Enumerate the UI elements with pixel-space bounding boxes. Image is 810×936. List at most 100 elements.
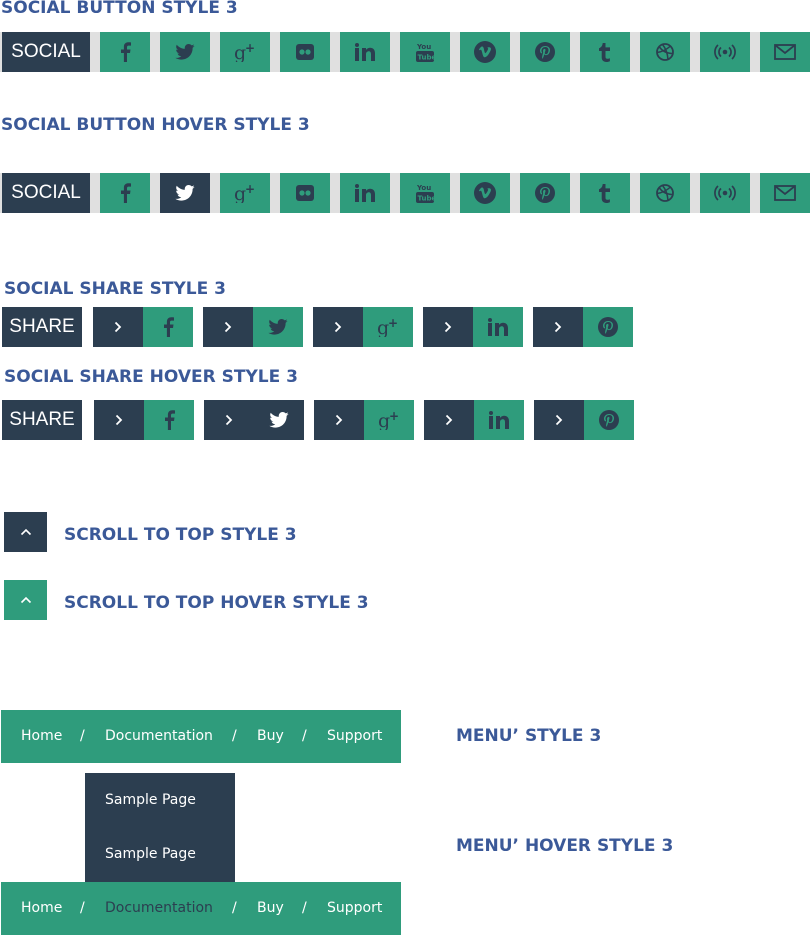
- submenu-dropdown: Sample Page Sample Page: [85, 773, 235, 882]
- share-google-plus-button[interactable]: g +: [314, 400, 414, 440]
- pinterest-icon: [599, 410, 619, 430]
- vimeo-icon: [474, 182, 496, 204]
- menu-separator: /: [80, 900, 85, 916]
- social-youtube-button[interactable]: You Tube: [400, 32, 450, 72]
- social-dribbble-button[interactable]: [640, 173, 690, 213]
- share-facebook-button[interactable]: [93, 307, 193, 347]
- heading-social-button: SOCIAL BUTTON STYLE 3: [1, 0, 238, 18]
- vimeo-icon: [474, 41, 496, 63]
- google-plus-icon: g+: [378, 410, 399, 430]
- youtube-icon: You Tube: [416, 184, 435, 203]
- social-pinterest-button[interactable]: [520, 173, 570, 213]
- submenu-item-sample-page[interactable]: Sample Page: [105, 792, 196, 808]
- chevron-right-icon: [335, 414, 343, 426]
- chevron-right-icon: [554, 321, 562, 333]
- flickr-icon: [296, 185, 314, 201]
- social-dribbble-button[interactable]: [640, 32, 690, 72]
- twitter-icon: [175, 185, 195, 201]
- svg-text:Tube: Tube: [418, 54, 435, 62]
- menu-separator: /: [302, 728, 307, 744]
- google-plus-icon: g+: [377, 317, 398, 337]
- share-twitter-button[interactable]: [203, 307, 303, 347]
- share-pinterest-button[interactable]: [533, 307, 633, 347]
- svg-text:Tube: Tube: [418, 195, 435, 203]
- menu-item-home[interactable]: Home: [21, 882, 62, 935]
- twitter-icon: [268, 319, 288, 335]
- share-linkedin-button[interactable]: [423, 307, 523, 347]
- podcast-icon: [714, 185, 736, 201]
- share-twitter-button-hovered[interactable]: [204, 400, 304, 440]
- share-facebook-button[interactable]: [94, 400, 194, 440]
- dribbble-icon: [656, 43, 674, 61]
- social-google-plus-button[interactable]: g +: [220, 32, 270, 72]
- menu-separator: /: [232, 728, 237, 744]
- social-tumblr-button[interactable]: [580, 173, 630, 213]
- share-arrow: [423, 307, 473, 347]
- share-arrow: [534, 400, 584, 440]
- social-facebook-button[interactable]: [100, 173, 150, 213]
- svg-text:+: +: [388, 317, 398, 330]
- social-label: SOCIAL: [2, 173, 90, 213]
- menu-item-support[interactable]: Support: [327, 882, 382, 935]
- social-vimeo-button[interactable]: [460, 173, 510, 213]
- social-facebook-button[interactable]: [100, 32, 150, 72]
- social-linkedin-button[interactable]: [340, 32, 390, 72]
- menu-item-documentation-hovered[interactable]: Documentation: [105, 882, 213, 935]
- social-bar-hover: SOCIAL g + You Tube: [0, 173, 810, 213]
- menu-bar: Home / Documentation / Buy / Support: [1, 710, 401, 763]
- social-flickr-button[interactable]: [280, 32, 330, 72]
- social-google-plus-button[interactable]: g +: [220, 173, 270, 213]
- scroll-to-top-button[interactable]: [4, 512, 47, 552]
- heading-scroll-top-hover: SCROLL TO TOP HOVER STYLE 3: [64, 593, 369, 613]
- heading-scroll-top: SCROLL TO TOP STYLE 3: [64, 525, 297, 545]
- social-linkedin-button[interactable]: [340, 173, 390, 213]
- linkedin-icon: [355, 184, 375, 202]
- podcast-icon: [714, 44, 736, 60]
- share-arrow: [204, 400, 254, 440]
- social-pinterest-button[interactable]: [520, 32, 570, 72]
- social-twitter-button-hovered[interactable]: [160, 173, 210, 213]
- menu-item-documentation[interactable]: Documentation: [105, 710, 213, 763]
- svg-text:+: +: [389, 410, 399, 423]
- social-youtube-button[interactable]: You Tube: [400, 173, 450, 213]
- svg-text:You: You: [416, 184, 431, 192]
- share-linkedin-button[interactable]: [424, 400, 524, 440]
- heading-social-share-hover: SOCIAL SHARE HOVER STYLE 3: [4, 367, 298, 387]
- menu-item-buy[interactable]: Buy: [257, 882, 284, 935]
- social-label: SOCIAL: [2, 32, 90, 72]
- social-tumblr-button[interactable]: [580, 32, 630, 72]
- menu-item-buy[interactable]: Buy: [257, 710, 284, 763]
- youtube-icon: You Tube: [416, 43, 435, 62]
- share-arrow: [314, 400, 364, 440]
- chevron-right-icon: [115, 414, 123, 426]
- submenu-item-sample-page[interactable]: Sample Page: [105, 846, 196, 862]
- social-flickr-button[interactable]: [280, 173, 330, 213]
- mail-icon: [774, 185, 796, 201]
- social-podcast-button[interactable]: [700, 32, 750, 72]
- menu-item-support[interactable]: Support: [327, 710, 382, 763]
- twitter-icon: [175, 44, 195, 60]
- svg-text:+: +: [245, 42, 255, 55]
- heading-social-share: SOCIAL SHARE STYLE 3: [4, 279, 226, 299]
- social-mail-button[interactable]: [760, 32, 810, 72]
- facebook-icon: [165, 410, 175, 430]
- social-twitter-button[interactable]: [160, 32, 210, 72]
- share-label: SHARE: [2, 307, 82, 347]
- pinterest-icon: [598, 317, 618, 337]
- mail-icon: [774, 44, 796, 60]
- facebook-icon: [121, 42, 131, 62]
- chevron-right-icon: [334, 321, 342, 333]
- social-vimeo-button[interactable]: [460, 32, 510, 72]
- share-pinterest-button[interactable]: [534, 400, 634, 440]
- linkedin-icon: [489, 411, 509, 429]
- menu-item-home[interactable]: Home: [21, 710, 62, 763]
- heading-menu: MENU’ STYLE 3: [456, 726, 602, 746]
- dribbble-icon: [656, 184, 674, 202]
- chevron-right-icon: [445, 414, 453, 426]
- scroll-to-top-button-hovered[interactable]: [4, 580, 47, 620]
- share-google-plus-button[interactable]: g +: [313, 307, 413, 347]
- social-mail-button[interactable]: [760, 173, 810, 213]
- social-podcast-button[interactable]: [700, 173, 750, 213]
- flickr-icon: [296, 44, 314, 60]
- share-arrow: [203, 307, 253, 347]
